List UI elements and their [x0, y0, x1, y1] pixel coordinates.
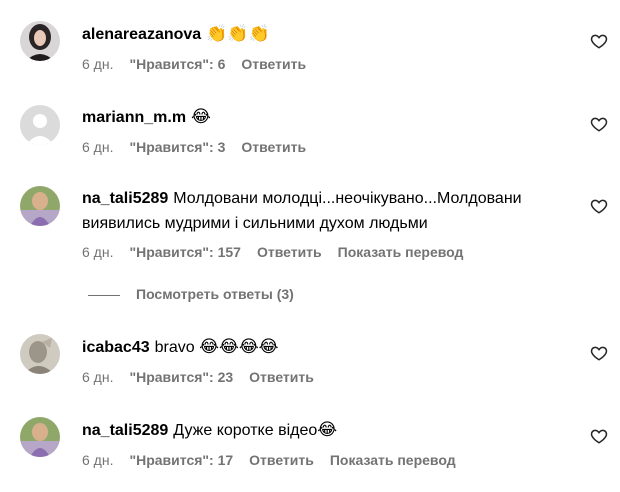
comment-meta: 6 дн. "Нравится": 23 Ответить — [82, 369, 330, 385]
comment-body: bravo — [154, 339, 195, 356]
comment-username[interactable]: na_tali5289 — [82, 422, 168, 439]
heart-icon[interactable] — [590, 32, 608, 50]
comment-text: icabac43 bravo 😂😂😂😂 — [82, 335, 562, 360]
comment-likes[interactable]: "Нравится": 3 — [129, 139, 225, 155]
comment-meta: 6 дн. "Нравится": 3 Ответить — [82, 139, 322, 155]
comment-time[interactable]: 6 дн. — [82, 452, 113, 468]
heart-icon[interactable] — [590, 344, 608, 362]
translate-button[interactable]: Показать перевод — [330, 452, 456, 468]
divider — [88, 294, 120, 296]
comment-emoji: 😂 — [317, 420, 338, 440]
comment-username[interactable]: icabac43 — [82, 339, 150, 356]
comment-username[interactable]: alenareazanova — [82, 26, 201, 43]
comment-likes[interactable]: "Нравится": 157 — [129, 244, 240, 260]
reply-button[interactable]: Ответить — [257, 244, 322, 260]
comment-time[interactable]: 6 дн. — [82, 139, 113, 155]
avatar[interactable] — [20, 105, 60, 145]
comment-text: na_tali5289 Молдовани молодці...неочікува… — [82, 187, 562, 236]
view-replies-button[interactable]: Посмотреть ответы (3) — [88, 286, 294, 306]
comment-emoji: 😂😂😂😂 — [199, 337, 279, 357]
comment-username[interactable]: mariann_m.m — [82, 109, 186, 126]
comment-text: mariann_m.m 😂 — [82, 105, 562, 130]
comment-emoji: 👏👏👏 — [206, 24, 270, 44]
view-replies-label: Посмотреть ответы (3) — [136, 286, 294, 302]
comment-likes[interactable]: "Нравится": 17 — [129, 452, 233, 468]
comment-likes[interactable]: "Нравится": 23 — [129, 369, 233, 385]
comment-meta: 6 дн. "Нравится": 157 Ответить Показать пер… — [82, 244, 479, 260]
comment-likes[interactable]: "Нравится": 6 — [129, 56, 225, 72]
heart-icon[interactable] — [590, 427, 608, 445]
reply-button[interactable]: Ответить — [241, 139, 306, 155]
reply-button[interactable]: Ответить — [241, 56, 306, 72]
comment-time[interactable]: 6 дн. — [82, 244, 113, 260]
comment-meta: 6 дн. "Нравится": 17 Ответить Показать пере… — [82, 452, 472, 468]
avatar[interactable] — [20, 417, 60, 457]
heart-icon[interactable] — [590, 115, 608, 133]
avatar[interactable] — [20, 21, 60, 61]
comment-meta: 6 дн. "Нравится": 6 Ответить — [82, 56, 322, 72]
avatar[interactable] — [20, 334, 60, 374]
comment-time[interactable]: 6 дн. — [82, 56, 113, 72]
avatar[interactable] — [20, 186, 60, 226]
comment-username[interactable]: na_tali5289 — [82, 190, 168, 207]
comment-text: alenareazanova 👏👏👏 — [82, 22, 562, 47]
heart-icon[interactable] — [590, 197, 608, 215]
comment-text: na_tali5289 Дуже коротке відео😂 — [82, 418, 562, 443]
reply-button[interactable]: Ответить — [249, 452, 314, 468]
reply-button[interactable]: Ответить — [249, 369, 314, 385]
translate-button[interactable]: Показать перевод — [338, 244, 464, 260]
comment-time[interactable]: 6 дн. — [82, 369, 113, 385]
comment-emoji: 😂 — [191, 107, 211, 127]
comment-body: Дуже коротке відео — [173, 422, 318, 439]
